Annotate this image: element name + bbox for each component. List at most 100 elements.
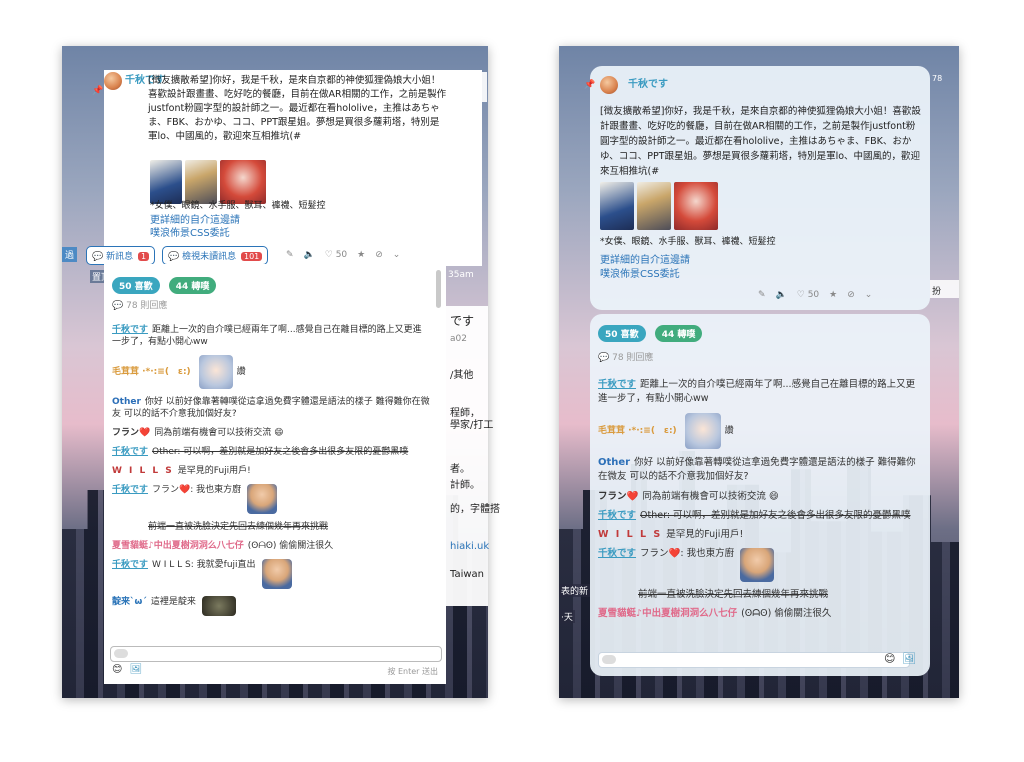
comment-text: 你好 以前好像靠著轉噗從這拿過免費字體還是語法的樣子 難得難你在微友 可以的話不… (112, 397, 430, 419)
chat-icon: 💬 (168, 252, 180, 262)
unread-messages-button[interactable]: 💬 檢視未讀訊息 101 (162, 246, 269, 265)
comment-author[interactable]: 靛来`ω´ (112, 596, 147, 608)
comment-author[interactable]: 毛茸茸 ·*·:≡( ε:) (598, 425, 677, 437)
post-tags: *女僕、眼鏡、水手服、獸耳、褲襪、短髮控 (600, 237, 776, 247)
post-photo[interactable] (674, 182, 718, 230)
new-message-count: 1 (137, 252, 150, 261)
comment-item: フラン❤️ 同為前端有機會可以技術交流 😄 (112, 427, 430, 439)
replurk-icon[interactable]: ★ (829, 290, 837, 300)
comment-text: 前端一直被洗臉決定先回去練個幾年再來挑戰 (638, 589, 829, 600)
comment-author[interactable]: 千秋です (112, 447, 148, 457)
comment-item: 夏雪貓蜓♪中出夏樹洞洞么八七仔 (ʘᗩʘ) 偷偷關注很久 (112, 540, 430, 552)
emoji-icon: (ʘᗩʘ) (247, 541, 277, 551)
scrollbar[interactable] (436, 270, 441, 308)
comment-item: 千秋です フラン❤️: 我也東方廚 (598, 548, 916, 582)
replurks-pill[interactable]: 44 轉噗 (168, 277, 217, 294)
post-text: [徵友擴散希望]你好，我是千秋，是來自京都的神使狐狸偽娘大小姐！喜歡設計跟畫畫、… (148, 75, 447, 142)
comment-author[interactable]: 千秋です (598, 510, 636, 521)
replurks-pill[interactable]: 44 轉噗 (654, 325, 703, 342)
bg-fragment: 過 (62, 247, 78, 262)
share-icon[interactable]: ⊘ (375, 250, 383, 260)
bg-fragment: 表的新 (559, 584, 591, 597)
css-commission-link[interactable]: 噗浪佈景CSS委託 (150, 227, 230, 241)
input-toolbar: 😊 🖼 (112, 664, 142, 675)
stats-row: 50 喜歡 44 轉噗 (598, 322, 703, 342)
comment-text: フラン❤️: 我也東方廚 (640, 548, 735, 559)
emoji-button-icon[interactable]: 😊 (884, 652, 895, 665)
qualifier-select[interactable] (114, 649, 128, 658)
comment-author[interactable]: Other (112, 397, 141, 407)
comment-text: 是罕見的Fuji用戶! (666, 529, 744, 540)
intro-link[interactable]: 更詳細的自介這邊請 (600, 254, 690, 268)
post-photo[interactable] (600, 182, 634, 230)
comment-author[interactable]: 千秋です (112, 559, 148, 571)
replurk-icon[interactable]: ★ (357, 250, 365, 260)
edit-icon[interactable]: ✎ (286, 250, 294, 260)
comment-text: 前端一直被洗臉決定先回去練個幾年再來挑戰 (148, 522, 329, 532)
reply-count: 💬 78 則回應 (598, 350, 653, 363)
mute-icon[interactable]: 🔈 (304, 250, 315, 260)
like-count: 50 (807, 290, 820, 300)
share-icon[interactable]: ⊘ (847, 290, 855, 300)
css-commission-link[interactable]: 噗浪佈景CSS委託 (600, 268, 680, 282)
comment-text: 你好 以前好像靠著轉噗從這拿過免費字體還是語法的樣子 難得難你在微友 可以的話不… (598, 457, 916, 482)
comment-list: 千秋です 距離上一次的自介噗已經兩年了啊...感覺自己在離目標的路上又更進一步了，… (112, 324, 430, 623)
comment-text: 這裡是靛来 (150, 597, 196, 607)
comment-text: 偷偷關注很久 (774, 608, 832, 619)
comment-author[interactable]: W I L L S (112, 466, 174, 476)
comment-input[interactable] (598, 652, 910, 668)
comment-author[interactable]: Other (598, 457, 630, 468)
comment-item: 前端一直被洗臉決定先回去練個幾年再來挑戰 (598, 589, 916, 601)
comment-author[interactable]: 千秋です (598, 548, 636, 560)
comment-author[interactable]: 千秋です (598, 379, 636, 390)
comment-icon: 💬 (598, 353, 610, 363)
comment-author[interactable]: 夏雪貓蜓♪中出夏樹洞洞么八七仔 (598, 608, 737, 619)
likes-pill[interactable]: 50 喜歡 (598, 325, 646, 342)
post-action-bar: ✎ 🔈 ♡ 50 ★ ⊘ ⌄ (286, 250, 400, 260)
neighbor-card (449, 72, 487, 102)
comment-author[interactable]: W I L L S (598, 529, 662, 540)
comments-panel: 50 喜歡 44 轉噗 💬 78 則回應 千秋です 距離上一次的自介噗已經兩年了啊… (590, 314, 930, 676)
new-message-button[interactable]: 💬 新訊息 1 (86, 246, 156, 265)
comment-author[interactable]: 千秋です (112, 484, 148, 496)
intro-link[interactable]: 更詳細的自介這邊請 (150, 214, 240, 228)
comment-item: 千秋です Other: 可以啊，差別就是加好友之後會多出很多友限的憂鬱黑噗 (112, 446, 430, 458)
post-photo[interactable] (637, 182, 671, 230)
comment-author[interactable]: フラン❤️ (112, 428, 150, 438)
bg-fragment: 扮 (932, 287, 942, 297)
chevron-down-icon[interactable]: ⌄ (393, 250, 401, 260)
sticker-image (261, 559, 292, 589)
enter-hint: 按 Enter 送出 (387, 667, 438, 676)
chevron-down-icon[interactable]: ⌄ (865, 290, 873, 300)
like-icon[interactable]: ♡ 50 (325, 250, 347, 260)
comment-author[interactable]: 千秋です (112, 325, 148, 335)
qualifier-select[interactable] (602, 655, 616, 664)
comment-author[interactable]: 夏雪貓蜓♪中出夏樹洞洞么八七仔 (112, 541, 244, 551)
avatar[interactable] (104, 72, 122, 90)
like-icon[interactable]: ♡ 50 (797, 290, 819, 300)
likes-pill[interactable]: 50 喜歡 (112, 277, 160, 294)
sticker-image (198, 355, 233, 389)
comment-item: 毛茸茸 ·*·:≡( ε:) 讚 (598, 413, 916, 449)
emoji-button-icon[interactable]: 😊 (112, 664, 122, 675)
bg-fragment: Taiwan (450, 569, 485, 580)
sticker-image (247, 484, 278, 514)
plurk-post-card: 千秋です 📌 [徵友擴散希望]你好，我是千秋，是來自京都的神使狐狸偽娘大小姐！喜… (86, 70, 482, 266)
comment-input[interactable] (110, 646, 442, 662)
comment-text: 距離上一次的自介噗已經兩年了啊...感覺自己在離目標的路上又更進一步了，有點小開… (112, 325, 422, 347)
image-upload-icon[interactable]: 🖼 (130, 664, 143, 675)
comment-author[interactable]: フラン❤️ (598, 491, 638, 502)
stats-row: 50 喜歡 44 轉噗 (112, 274, 217, 294)
comment-author[interactable]: 毛茸茸 ·*·:≡( ε:) (112, 366, 191, 378)
post-author[interactable]: 千秋です (628, 76, 668, 94)
comment-item: 千秋です 距離上一次的自介噗已經兩年了啊...感覺自己在離目標的路上又更進一步了，… (598, 378, 916, 406)
avatar[interactable] (600, 76, 618, 94)
comment-icon: 💬 (112, 301, 124, 311)
image-upload-icon[interactable]: 🖼 (902, 652, 916, 665)
edit-icon[interactable]: ✎ (758, 290, 766, 300)
unread-label: 檢視未讀訊息 (182, 252, 237, 262)
mute-icon[interactable]: 🔈 (776, 290, 787, 300)
sticker-image (684, 413, 721, 449)
bg-fragment: 計師。 (450, 480, 480, 491)
comment-text: Other: 可以啊，差別就是加好友之後會多出很多友限的憂鬱黑噗 (152, 447, 409, 457)
